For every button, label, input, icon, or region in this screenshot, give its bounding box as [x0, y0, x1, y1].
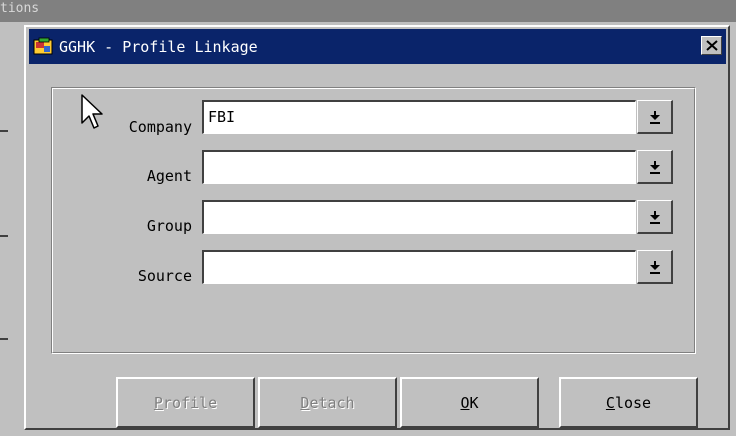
company-dropdown-button[interactable] — [637, 100, 673, 134]
close-button[interactable] — [701, 36, 722, 55]
dropdown-arrow-icon — [649, 160, 660, 174]
group-dropdown-button[interactable] — [637, 200, 673, 234]
agent-label: Agent — [146, 167, 192, 185]
dropdown-arrow-icon — [649, 260, 660, 274]
background-divider — [0, 235, 8, 237]
agent-dropdown-button[interactable] — [637, 150, 673, 184]
ok-button[interactable]: OK — [400, 377, 539, 428]
source-label: Source — [137, 267, 192, 285]
source-dropdown-button[interactable] — [637, 250, 673, 284]
background-window-titlebar: tions — [0, 0, 736, 22]
profile-button-label: rofile — [162, 393, 218, 412]
detach-button[interactable]: Detach — [258, 377, 397, 428]
profile-button-mnemonic: P — [153, 393, 163, 412]
group-field[interactable] — [202, 200, 636, 234]
mouse-cursor-icon — [81, 94, 103, 129]
dialog-title: GGHK - Profile Linkage — [59, 37, 258, 56]
profile-button[interactable]: Profile — [116, 377, 255, 428]
dialog-titlebar[interactable]: GGHK - Profile Linkage — [29, 29, 726, 64]
app-icon[interactable] — [33, 37, 55, 57]
detach-button-label: etach — [309, 393, 355, 412]
company-field[interactable]: FBI — [202, 100, 636, 134]
source-field[interactable] — [202, 250, 636, 284]
background-window-title: tions — [0, 1, 40, 16]
agent-field[interactable] — [202, 150, 636, 184]
close-dialog-button[interactable]: Close — [559, 377, 698, 428]
background-divider — [0, 130, 8, 132]
background-divider — [0, 338, 8, 340]
ok-button-label: K — [469, 393, 479, 412]
close-button-label: lose — [614, 393, 652, 412]
detach-button-mnemonic: D — [300, 393, 310, 412]
ok-button-mnemonic: O — [460, 393, 470, 412]
company-label: Company — [128, 118, 192, 136]
profile-linkage-dialog: GGHK - Profile Linkage Company FBI Agent… — [24, 25, 730, 430]
dropdown-arrow-icon — [649, 210, 660, 224]
close-icon — [705, 40, 718, 51]
close-button-mnemonic: C — [605, 393, 615, 412]
dropdown-arrow-icon — [649, 110, 660, 124]
group-label: Group — [146, 217, 192, 235]
